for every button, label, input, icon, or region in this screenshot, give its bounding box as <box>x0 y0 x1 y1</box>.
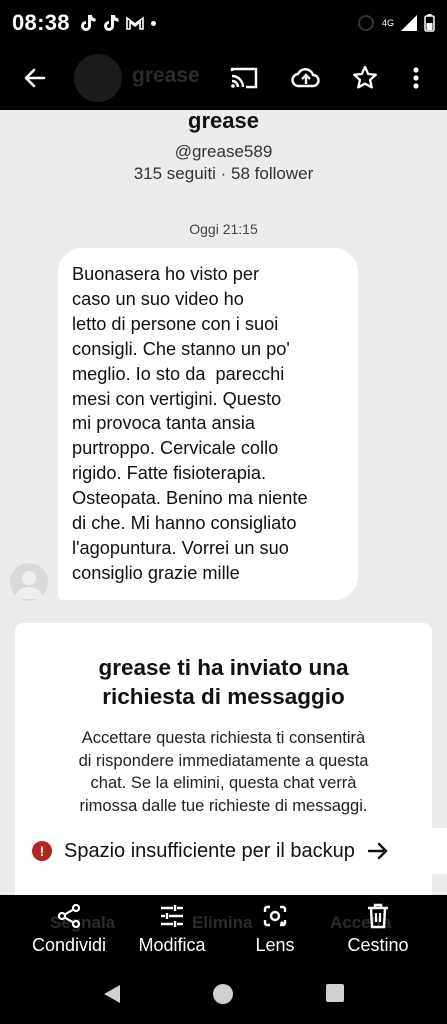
star-icon[interactable] <box>347 60 383 96</box>
tiktok-icon <box>80 15 96 31</box>
status-time: 08:38 <box>12 10 70 35</box>
profile-handle: @grease589 <box>174 142 273 161</box>
message-line: Buonasera ho visto per <box>72 264 260 284</box>
message-line: rigido. Fatte fisioterapia. <box>72 463 267 484</box>
battery-icon <box>424 14 435 32</box>
message-line: di che. Mi hanno consigliato <box>72 513 297 534</box>
back-arrow-icon[interactable] <box>17 60 53 96</box>
ghost-avatar <box>74 54 122 102</box>
share-icon <box>56 901 82 931</box>
home-icon[interactable] <box>212 983 234 1010</box>
system-status-icons: 4G <box>356 13 435 33</box>
trash-label: Cestino <box>347 935 409 955</box>
status-bar: 08:38 4G <box>0 0 447 46</box>
request-title: grease ti ha inviato una richiesta di me… <box>45 653 402 711</box>
sender-avatar[interactable] <box>10 563 48 601</box>
message-line: letto di persone con i suoi <box>72 313 279 334</box>
more-vert-icon[interactable] <box>398 60 434 96</box>
lens-label: Lens <box>255 935 295 955</box>
message-line: l'agopuntura. Vorrei un suo <box>72 537 289 558</box>
hotspot-icon <box>357 15 374 31</box>
message-timestamp: Oggi 21:15 <box>189 221 258 237</box>
back-icon[interactable] <box>101 983 123 1010</box>
dot-icon <box>150 20 156 26</box>
request-description-line: di rispondere immediatamente a questa <box>78 751 369 770</box>
request-description-line: Accettare questa richiesta ti consentirà <box>81 729 366 747</box>
message-line: meglio. Io sto da parecchi <box>72 363 285 384</box>
request-description-line: rimossa dalle tue richieste di messaggi. <box>79 796 368 815</box>
profile-name: grease <box>188 108 259 133</box>
edit-button[interactable]: Modifica <box>130 901 214 956</box>
tiktok-icon <box>103 15 119 31</box>
trash-button[interactable]: Cestino <box>338 901 418 956</box>
message-line: Osteopata. Benino ma niente <box>72 488 308 509</box>
message-line: consigli. Che stanno un po' <box>72 338 290 359</box>
viewer-bottom-actions: Segnala Elimina Accetta Condividi Modifi… <box>0 895 447 965</box>
error-icon: ! <box>32 841 52 861</box>
request-description-line: chat. Se la elimini, questa chat verrà <box>90 774 357 792</box>
lens-icon <box>262 901 288 931</box>
toast-text: Spazio insufficiente per il backup <box>64 839 355 862</box>
request-title-line: richiesta di messaggio <box>102 684 345 709</box>
network-label: 4G <box>381 18 394 28</box>
message-line: mi provoca tanta ansia <box>72 413 255 434</box>
cast-icon[interactable] <box>226 60 262 96</box>
share-button[interactable]: Condividi <box>26 901 112 956</box>
arrow-right-icon[interactable] <box>367 841 389 861</box>
message-line: purtroppo. Cervicale collo <box>72 438 279 459</box>
message-line: consiglio grazie mille <box>72 562 240 583</box>
cloud-upload-icon[interactable] <box>288 60 324 96</box>
viewer-top-bar: grease <box>0 46 447 110</box>
share-label: Condividi <box>31 935 107 955</box>
lens-button[interactable]: Lens <box>245 901 305 956</box>
backup-warning-toast[interactable]: ! Spazio insufficiente per il backup <box>16 828 447 874</box>
message-bubble: Buonasera ho visto per caso un suo video… <box>58 248 358 600</box>
trash-icon <box>367 901 389 931</box>
message-line: caso un suo video ho <box>72 288 244 309</box>
notification-icons <box>80 14 156 32</box>
message-line: mesi con vertigini. Questo <box>72 388 282 409</box>
recents-icon[interactable] <box>325 983 345 1008</box>
request-title-line: grease ti ha inviato una <box>98 655 349 680</box>
edit-label: Modifica <box>138 935 206 955</box>
signal-icon <box>401 15 417 31</box>
request-description: Accettare questa richiesta ti consentirà… <box>45 727 402 817</box>
system-nav-bar <box>0 965 447 1024</box>
gmail-icon <box>125 16 144 30</box>
profile-stats: 315 seguiti · 58 follower <box>133 164 314 183</box>
ghost-chat-title: grease <box>132 64 200 87</box>
tune-icon <box>159 901 185 931</box>
